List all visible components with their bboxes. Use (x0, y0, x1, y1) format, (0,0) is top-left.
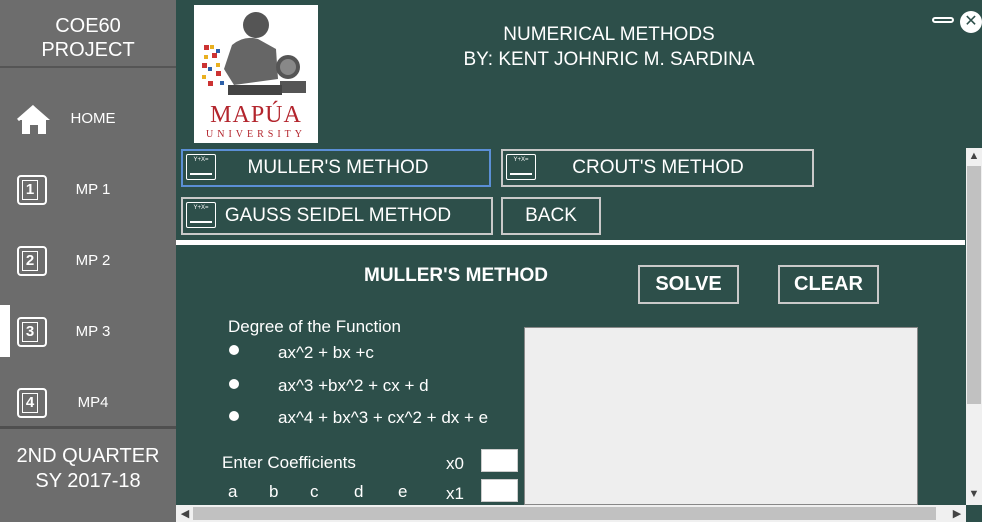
gauss-seidel-method-button[interactable]: Y+X= GAUSS SEIDEL METHOD (181, 197, 493, 235)
sidebar-title-line2: PROJECT (41, 39, 135, 61)
sidebar-title: COE60 PROJECT (0, 0, 176, 68)
degree-label: Degree of the Function (228, 317, 401, 336)
sidebar-item-label: MP 1 (75, 181, 111, 198)
sidebar-item-mp1[interactable]: 1 MP 1 (0, 154, 176, 225)
main-panel: MAPÚA UNIVERSITY NUMERICAL METHODS BY: K… (176, 0, 982, 522)
back-button-label: BACK (525, 205, 577, 226)
logo-wordmark: MAPÚA (210, 102, 302, 128)
number-4-icon: 4 (17, 388, 49, 420)
horizontal-scroll-thumb[interactable] (193, 507, 936, 520)
sidebar-footer: 2ND QUARTER SY 2017-18 (0, 426, 176, 522)
coef-c-label: c (310, 482, 319, 501)
section-divider (176, 240, 965, 245)
x1-label: x1 (446, 484, 464, 503)
sidebar-item-home[interactable]: HOME (0, 83, 176, 154)
number-1-icon: 1 (17, 175, 49, 207)
clear-button[interactable]: CLEAR (778, 265, 879, 304)
back-button[interactable]: BACK (501, 197, 601, 235)
scroll-right-icon[interactable]: ▶ (950, 507, 964, 520)
degree-radio-4[interactable] (229, 411, 239, 421)
equation-icon: Y+X= (186, 154, 216, 180)
home-icon (17, 104, 50, 136)
equation-icon: Y+X= (506, 154, 536, 180)
number-3-icon: 3 (17, 317, 49, 349)
sidebar-item-label: MP 2 (75, 252, 111, 269)
sidebar: COE60 PROJECT HOME 1 MP 1 2 MP 2 3 MP 3 … (0, 0, 176, 522)
section-title: MULLER'S METHOD (364, 265, 548, 286)
crout-method-label: CROUT'S METHOD (572, 157, 744, 178)
logo-subtext: UNIVERSITY (206, 129, 306, 140)
degree-option-2-label: ax^2 + bx +c (278, 343, 374, 362)
sidebar-item-mp2[interactable]: 2 MP 2 (0, 225, 176, 296)
vertical-scrollbar[interactable]: ▲ ▼ (966, 148, 982, 505)
app-title: NUMERICAL METHODS (503, 24, 715, 45)
output-textbox[interactable] (524, 327, 918, 505)
scroll-up-icon[interactable]: ▲ (967, 150, 981, 162)
equation-icon: Y+X= (186, 202, 216, 228)
number-2-icon-digit: 2 (22, 251, 38, 271)
sidebar-footer-line1: 2ND QUARTER (16, 445, 160, 467)
sidebar-item-mp3[interactable]: 3 MP 3 (0, 296, 176, 367)
x0-input[interactable] (481, 449, 518, 472)
number-3-icon-digit: 3 (22, 322, 38, 342)
coefficients-label: Enter Coefficients (222, 453, 356, 472)
scroll-left-icon[interactable]: ◀ (178, 507, 192, 520)
app-header: NUMERICAL METHODS BY: KENT JOHNRIC M. SA… (436, 22, 782, 72)
degree-radio-2[interactable] (229, 345, 239, 355)
sidebar-footer-line2: SY 2017-18 (35, 470, 141, 492)
coef-b-label: b (269, 482, 279, 501)
number-2-icon: 2 (17, 246, 49, 278)
number-4-icon-digit: 4 (22, 393, 38, 413)
university-logo: MAPÚA UNIVERSITY (194, 5, 318, 143)
sidebar-item-label: HOME (70, 110, 116, 127)
close-icon[interactable]: ✕ (960, 11, 982, 33)
muller-method-button[interactable]: Y+X= MULLER'S METHOD (181, 149, 491, 187)
number-1-icon-digit: 1 (22, 180, 38, 200)
active-marker (0, 305, 10, 357)
minimize-icon[interactable] (932, 17, 954, 23)
logo-emblem-icon (202, 12, 306, 95)
degree-option-3-label: ax^3 +bx^2 + cx + d (278, 376, 429, 395)
x1-input[interactable] (481, 479, 518, 502)
sidebar-item-label: MP 3 (75, 323, 111, 340)
muller-method-label: MULLER'S METHOD (247, 157, 429, 178)
equation-icon-text: Y+X= (513, 157, 529, 163)
solve-button[interactable]: SOLVE (638, 265, 739, 304)
x0-label: x0 (446, 454, 464, 473)
degree-option-4-label: ax^4 + bx^3 + cx^2 + dx + e (278, 408, 489, 427)
degree-radio-3[interactable] (229, 379, 239, 389)
gauss-seidel-method-label: GAUSS SEIDEL METHOD (224, 205, 452, 226)
scroll-down-icon[interactable]: ▼ (967, 488, 981, 500)
crout-method-button[interactable]: Y+X= CROUT'S METHOD (501, 149, 814, 187)
equation-icon-text: Y+X= (193, 205, 209, 211)
horizontal-scrollbar[interactable]: ◀ ▶ (176, 505, 966, 522)
equation-icon-text: Y+X= (193, 157, 209, 163)
app-author: BY: KENT JOHNRIC M. SARDINA (463, 49, 755, 70)
sidebar-title-line1: COE60 (55, 15, 121, 37)
vertical-scroll-thumb[interactable] (967, 166, 981, 404)
coef-d-label: d (354, 482, 364, 501)
coef-a-label: a (228, 482, 238, 501)
coef-e-label: e (398, 482, 408, 501)
